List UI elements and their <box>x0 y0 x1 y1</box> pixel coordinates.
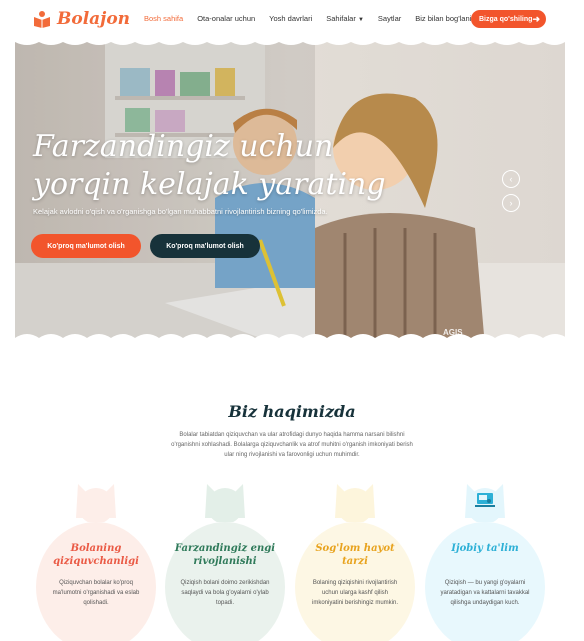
card-title: Farzandingiz engi rivojlanishi <box>174 543 276 567</box>
main-menu: Bosh sahifa Ota-onalar uchun Yosh davrla… <box>144 14 493 23</box>
about-title: Biz haqimizda <box>228 402 356 421</box>
presentation-icon <box>475 493 495 507</box>
nav-item-parents[interactable]: Ota-onalar uchun <box>197 14 255 23</box>
feature-card-healthy-life: Sog'lom hayot tarzi Bolaning qiziqishini… <box>295 478 415 641</box>
hero-more-info-button-primary[interactable]: Ko'proq ma'lumot olish <box>31 234 141 258</box>
hero-slider: Farzandingiz uchun yorqin kelajak yarati… <box>15 38 565 347</box>
nav-item-age-periods[interactable]: Yosh davrlari <box>269 14 312 23</box>
card-title: Sog'lom hayot tarzi <box>315 543 395 567</box>
card-text: Bolaning qiziqishini rivojlantirish uchu… <box>311 580 399 606</box>
cat-ears-decoration-icon <box>335 484 375 522</box>
card-text: Qiziquvchan bolalar ko'proq ma'lumotni o… <box>52 580 140 606</box>
feature-card-development: Farzandingiz engi rivojlanishi Qiziqish … <box>165 478 285 641</box>
nav-item-sites[interactable]: Saytlar <box>378 14 401 23</box>
chevron-down-icon: ▼ <box>357 17 364 23</box>
cat-ears-decoration-icon <box>205 484 245 522</box>
join-us-button[interactable]: Bizga qo'shiling ➜ <box>471 10 546 28</box>
feature-card-curiosity: Bolaning qiziquvchanligi Qiziquvchan bol… <box>36 478 156 641</box>
arrow-right-icon: ➜ <box>532 14 540 24</box>
feature-card-positive-education: Ijobiy ta'lim Qiziqish — bu yangi g'oyal… <box>425 478 545 641</box>
logo-text: Bolajon <box>57 9 131 29</box>
card-title: Ijobiy ta'lim <box>451 543 519 554</box>
watermark-text: AGIS <box>443 328 463 337</box>
join-us-label: Bizga qo'shiling <box>479 15 533 23</box>
about-text: Bolalar tabiatdan qiziquvchan va ular at… <box>171 432 413 458</box>
nav-item-pages[interactable]: Sahifalar ▼ <box>326 14 364 23</box>
nav-item-contact[interactable]: Biz bilan bog'lanish <box>415 14 479 23</box>
card-text: Qiziqish — bu yangi g'oyalarni yaratadig… <box>440 580 530 606</box>
nav-item-home[interactable]: Bosh sahifa <box>144 14 183 23</box>
card-title: Bolaning qiziquvchanligi <box>53 543 139 567</box>
card-text: Qiziqish bolani doimo zerikishdan saqlay… <box>180 580 270 606</box>
nav-item-pages-label: Sahifalar <box>326 14 356 23</box>
hero-more-info-button-secondary[interactable]: Ko'proq ma'lumot olish <box>150 234 260 258</box>
book-logo-icon <box>33 10 51 28</box>
logo[interactable]: Bolajon <box>33 9 130 29</box>
top-navbar: Bolajon Bosh sahifa Ota-onalar uchun Yos… <box>0 0 584 38</box>
slider-prev-icon[interactable]: ‹ <box>502 170 520 188</box>
hero-title: Farzandingiz uchun yorqin kelajak yarati… <box>33 129 386 202</box>
slider-next-icon[interactable]: › <box>502 194 520 212</box>
cat-ears-decoration-icon <box>76 484 116 522</box>
hero-subtitle: Kelajak avlodni o'qish va o'rganishga bo… <box>33 207 328 216</box>
